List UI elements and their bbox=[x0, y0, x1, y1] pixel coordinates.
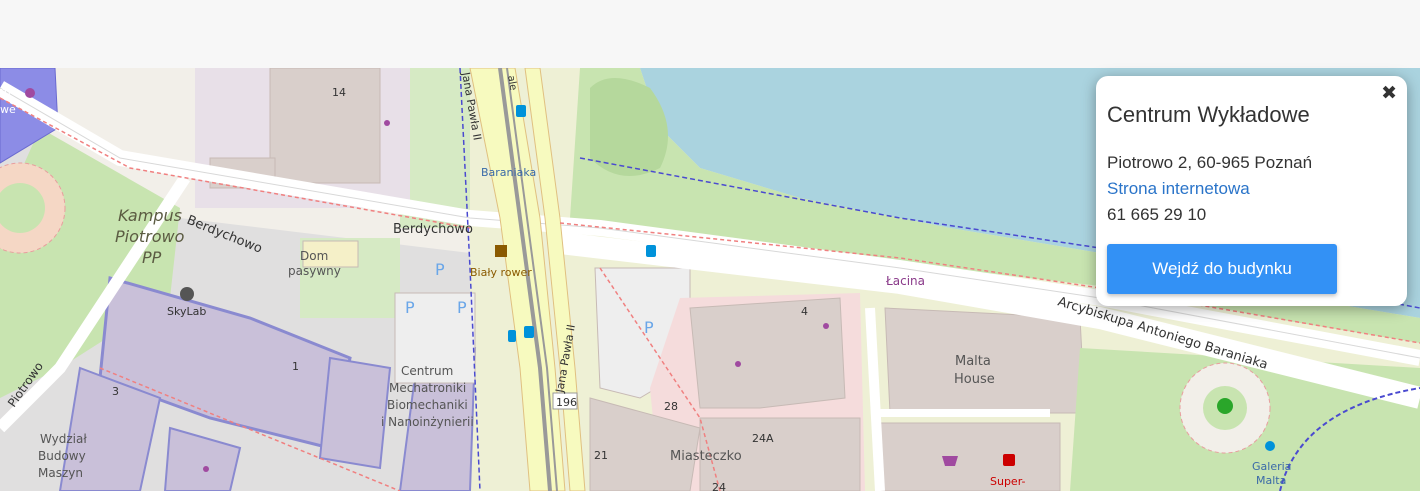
label-maszyn: Maszyn bbox=[38, 466, 83, 480]
pharmacy-icon bbox=[1003, 454, 1015, 466]
label-1: 1 bbox=[292, 360, 299, 373]
label-corner: we bbox=[0, 103, 16, 116]
tram-stop-icon[interactable] bbox=[508, 330, 516, 342]
building-info-popup: ✖ Centrum Wykładowe Piotrowo 2, 60-965 P… bbox=[1096, 76, 1407, 306]
label-nanoinzynierii: i Nanoinżynierii bbox=[381, 415, 474, 429]
building-supermarket bbox=[879, 422, 1061, 491]
website-link[interactable]: Strona internetowa bbox=[1107, 179, 1250, 198]
label-pasywny: pasywny bbox=[288, 264, 341, 278]
label-kampus: Kampus bbox=[118, 206, 182, 225]
playground-icon bbox=[1217, 398, 1233, 414]
label-berdychowo-2: Berdychowo bbox=[393, 222, 473, 237]
label-dom: Dom bbox=[300, 249, 328, 263]
label-bialy-rower: Biały rower bbox=[470, 266, 532, 279]
label-parking: P bbox=[644, 318, 654, 337]
label-super: Super- bbox=[990, 475, 1026, 488]
label-galeria-malta: Malta bbox=[1256, 474, 1286, 487]
label-parking: P bbox=[405, 298, 415, 317]
label-galeria: Galeria bbox=[1252, 460, 1291, 473]
tram-stop-icon[interactable] bbox=[516, 105, 526, 117]
observatory-icon bbox=[180, 287, 194, 301]
poi-dot bbox=[384, 120, 390, 126]
close-icon[interactable]: ✖ bbox=[1381, 82, 1397, 104]
label-miasteczko: Miasteczko bbox=[670, 449, 742, 464]
label-24: 24 bbox=[712, 481, 726, 491]
top-bar bbox=[0, 0, 1420, 68]
label-biomechaniki: Biomechaniki bbox=[387, 398, 468, 412]
label-14: 14 bbox=[332, 86, 346, 99]
label-centrum: Centrum bbox=[401, 364, 453, 378]
label-skylab: SkyLab bbox=[167, 305, 206, 318]
label-budowy: Budowy bbox=[38, 449, 86, 463]
bus-stop-icon[interactable] bbox=[646, 245, 656, 257]
popup-address: Piotrowo 2, 60-965 Poznań bbox=[1107, 153, 1313, 172]
label-malta: Malta bbox=[955, 354, 991, 369]
label-3: 3 bbox=[112, 385, 119, 398]
building-4 bbox=[689, 297, 846, 409]
enter-building-button[interactable]: Wejdź do budynku bbox=[1107, 244, 1337, 294]
tram-stop-icon[interactable] bbox=[524, 326, 534, 338]
label-4: 4 bbox=[801, 305, 808, 318]
label-24a: 24A bbox=[752, 432, 774, 445]
label-house: House bbox=[954, 372, 995, 387]
popup-title: Centrum Wykładowe bbox=[1107, 102, 1310, 127]
road-service bbox=[865, 307, 885, 491]
label-pp: PP bbox=[142, 248, 162, 267]
popup-phone: 61 665 29 10 bbox=[1107, 205, 1207, 224]
label-parking: P bbox=[457, 298, 467, 317]
label-28: 28 bbox=[664, 400, 678, 413]
label-21: 21 bbox=[594, 449, 608, 462]
building-14 bbox=[269, 68, 381, 184]
label-196: 196 bbox=[556, 396, 577, 409]
poi-dot bbox=[735, 361, 741, 367]
poi-dot bbox=[203, 466, 209, 472]
bike-rental-icon[interactable] bbox=[495, 245, 507, 257]
label-baraniaka: Baraniaka bbox=[481, 166, 536, 179]
bike-icon bbox=[1265, 441, 1275, 451]
label-piotrowo: Piotrowo bbox=[115, 227, 185, 246]
label-corner: m bbox=[0, 85, 11, 98]
label-parking: P bbox=[435, 260, 445, 279]
poi-icon bbox=[25, 88, 35, 98]
label-lacina: Łacina bbox=[885, 274, 925, 288]
label-wydzial: Wydział bbox=[40, 432, 87, 446]
label-mechatroniki: Mechatroniki bbox=[389, 381, 466, 395]
building bbox=[318, 356, 392, 470]
poi-dot bbox=[823, 323, 829, 329]
